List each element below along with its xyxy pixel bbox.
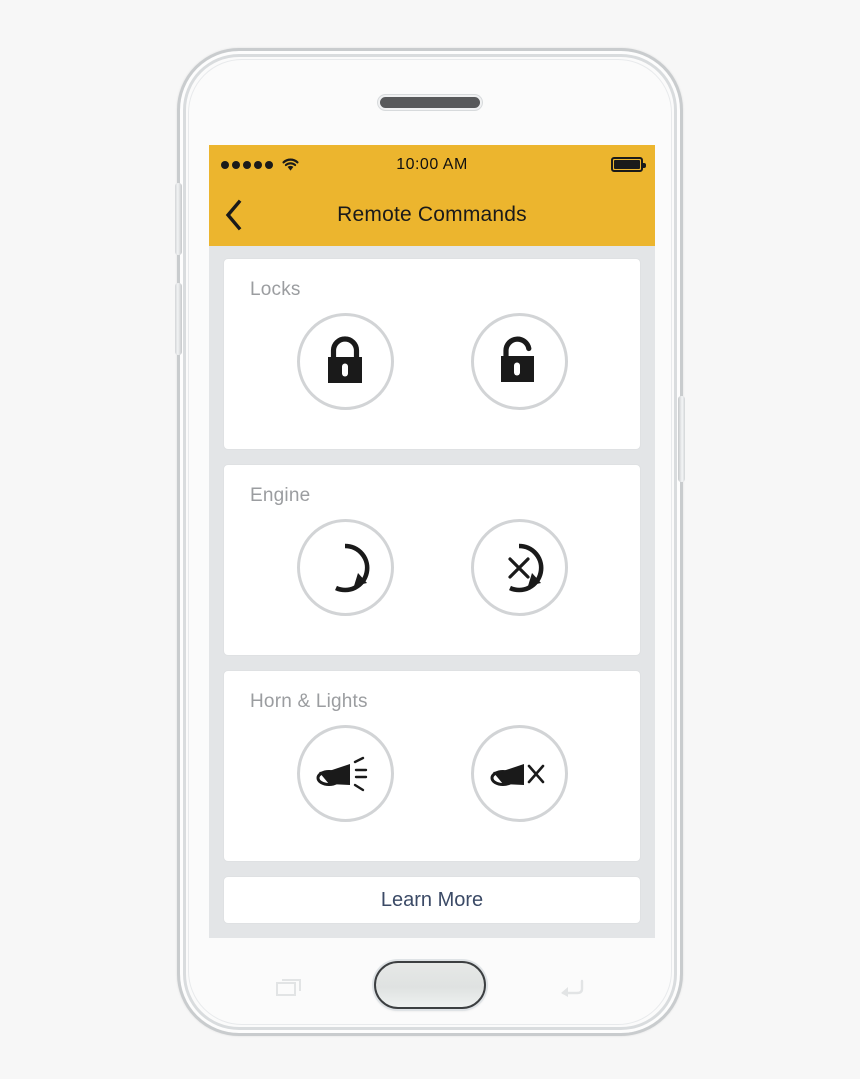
horn-on-button[interactable] (296, 725, 394, 822)
power-button[interactable] (678, 396, 685, 482)
horn-lights-card-title: Horn & Lights (250, 691, 368, 712)
engine-card-buttons (224, 507, 640, 616)
horn-sound-icon (316, 756, 368, 791)
lock-open-icon (501, 336, 534, 382)
nav-bar: Remote Commands (209, 184, 655, 246)
locks-card-buttons (224, 301, 640, 410)
volume-down-button[interactable] (175, 283, 182, 355)
battery-full-icon (611, 157, 646, 172)
engine-card: Engine (223, 464, 641, 656)
horn-mute-icon (490, 763, 545, 786)
horn-off-button[interactable] (470, 725, 568, 822)
engine-card-title: Engine (250, 485, 311, 506)
home-button[interactable] (374, 961, 486, 1009)
status-time: 10:00 AM (396, 155, 468, 173)
learn-more-button[interactable]: Learn More (223, 876, 641, 924)
circular-arrow-x-icon (508, 543, 544, 592)
engine-start-button[interactable] (296, 519, 394, 616)
lock-button[interactable] (296, 313, 394, 410)
lock-closed-icon (328, 335, 362, 383)
phone-frame: 10:00 AM Remote Commands Locks Engine Ho… (175, 48, 685, 1036)
locks-card: Locks (223, 258, 641, 450)
horn-lights-card-buttons (224, 713, 640, 822)
locks-card-title: Locks (250, 279, 301, 300)
page-title: Remote Commands (337, 203, 527, 226)
main-content: Locks Engine Horn & Lights Learn More (209, 246, 655, 938)
back-button[interactable] (558, 977, 584, 997)
unlock-button[interactable] (470, 313, 568, 410)
engine-stop-button[interactable] (470, 519, 568, 616)
circular-arrow-icon (335, 543, 370, 592)
horn-lights-card: Horn & Lights (223, 670, 641, 862)
recent-apps-button[interactable] (276, 977, 302, 997)
status-bar: 10:00 AM (209, 145, 655, 184)
speaker-grille-icon (380, 97, 480, 108)
phone-screen: 10:00 AM Remote Commands Locks Engine Ho… (209, 145, 655, 938)
volume-up-button[interactable] (175, 183, 182, 255)
